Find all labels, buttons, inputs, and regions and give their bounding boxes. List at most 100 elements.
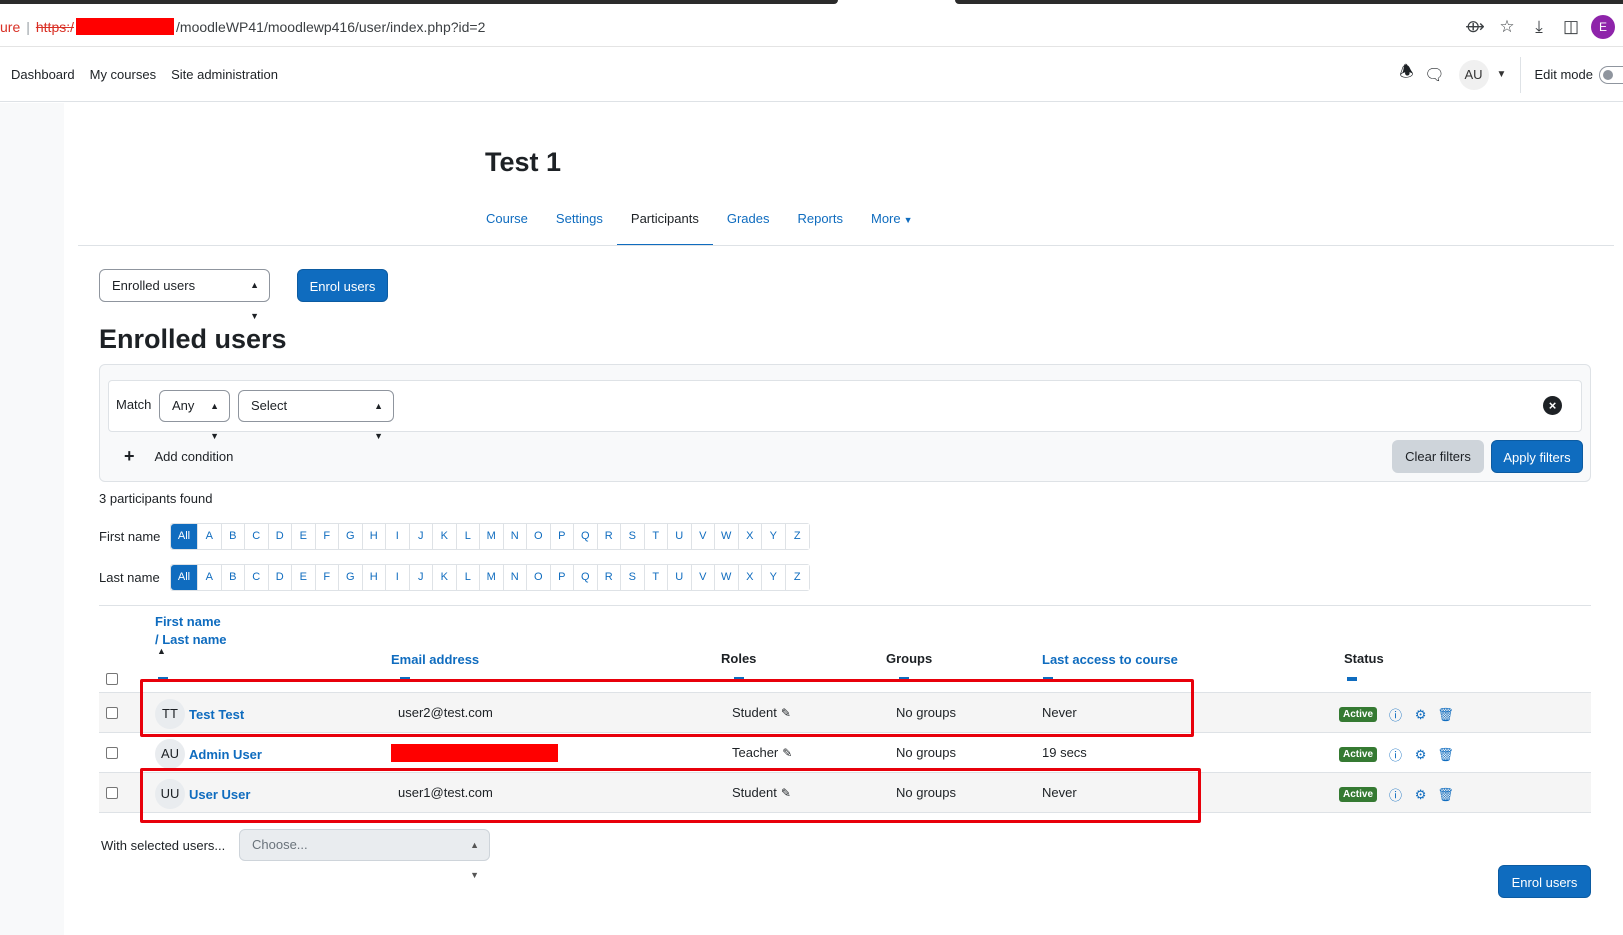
- row-checkbox[interactable]: [106, 787, 118, 799]
- initial-letter-button[interactable]: A: [198, 524, 222, 549]
- initial-all-button[interactable]: All: [171, 524, 198, 549]
- initial-letter-button[interactable]: Z: [785, 524, 809, 549]
- tab-settings[interactable]: Settings: [542, 200, 617, 246]
- initial-letter-button[interactable]: Q: [574, 524, 598, 549]
- tab-grades[interactable]: Grades: [713, 200, 784, 246]
- profile-avatar[interactable]: E: [1591, 15, 1615, 39]
- user-name-link[interactable]: Admin User: [189, 747, 262, 762]
- initial-letter-button[interactable]: P: [550, 565, 574, 590]
- initial-letter-button[interactable]: H: [362, 524, 386, 549]
- info-icon[interactable]: ⓘ: [1383, 745, 1408, 764]
- initial-letter-button[interactable]: G: [339, 565, 363, 590]
- trash-icon[interactable]: 🗑: [1433, 787, 1458, 803]
- initial-letter-button[interactable]: D: [268, 524, 292, 549]
- messages-chat-icon[interactable]: 🗨: [1421, 65, 1449, 85]
- initial-letter-button[interactable]: V: [691, 524, 715, 549]
- initial-letter-button[interactable]: B: [221, 565, 245, 590]
- initial-letter-button[interactable]: K: [433, 524, 457, 549]
- gear-icon[interactable]: ⚙: [1408, 707, 1433, 723]
- initial-letter-button[interactable]: C: [245, 565, 269, 590]
- initial-letter-button[interactable]: F: [315, 565, 339, 590]
- initial-letter-button[interactable]: W: [715, 524, 739, 549]
- nav-site-administration[interactable]: Site administration: [171, 67, 278, 82]
- sort-first-name[interactable]: First name: [155, 614, 221, 629]
- initial-letter-button[interactable]: O: [527, 524, 551, 549]
- initial-letter-button[interactable]: U: [668, 565, 692, 590]
- filter-type-select[interactable]: Select ▲ ▼: [238, 390, 394, 441]
- url-text[interactable]: ure | https://moodleWP41/moodlewp416/user/…: [0, 18, 485, 35]
- initial-letter-button[interactable]: K: [433, 565, 457, 590]
- add-condition-button[interactable]: + Add condition: [124, 446, 233, 467]
- initial-letter-button[interactable]: Z: [785, 565, 809, 590]
- collapse-column-icon[interactable]: [1347, 677, 1357, 681]
- initial-letter-button[interactable]: N: [503, 565, 527, 590]
- initial-letter-button[interactable]: T: [644, 524, 668, 549]
- enrol-users-button[interactable]: Enrol users: [297, 269, 388, 302]
- initial-letter-button[interactable]: Y: [762, 524, 786, 549]
- edit-mode-toggle[interactable]: [1599, 65, 1623, 84]
- address-bar[interactable]: ure | https://moodleWP41/moodlewp416/user/…: [0, 5, 1623, 47]
- initial-letter-button[interactable]: X: [738, 565, 762, 590]
- initial-letter-button[interactable]: J: [409, 565, 433, 590]
- initial-letter-button[interactable]: F: [315, 524, 339, 549]
- initial-letter-button[interactable]: B: [221, 524, 245, 549]
- trash-icon[interactable]: 🗑: [1433, 747, 1458, 763]
- enrolment-view-select[interactable]: Enrolled users ▲ ▼: [99, 269, 270, 321]
- tab-course[interactable]: Course: [472, 200, 542, 246]
- row-checkbox[interactable]: [106, 747, 118, 759]
- initial-letter-button[interactable]: H: [362, 565, 386, 590]
- share-icon[interactable]: ⟴: [1459, 17, 1491, 37]
- info-icon[interactable]: ⓘ: [1383, 785, 1408, 804]
- apply-filters-button[interactable]: Apply filters: [1491, 440, 1583, 473]
- tab-more[interactable]: More ▼: [857, 200, 927, 246]
- match-select[interactable]: Any ▲ ▼: [159, 390, 230, 441]
- user-menu-avatar[interactable]: AU: [1458, 59, 1489, 90]
- initial-letter-button[interactable]: J: [409, 524, 433, 549]
- info-icon[interactable]: ⓘ: [1383, 705, 1408, 724]
- initial-letter-button[interactable]: R: [597, 524, 621, 549]
- initial-letter-button[interactable]: S: [621, 565, 645, 590]
- gear-icon[interactable]: ⚙: [1408, 787, 1433, 803]
- initial-letter-button[interactable]: X: [738, 524, 762, 549]
- initial-letter-button[interactable]: M: [480, 565, 504, 590]
- initial-letter-button[interactable]: L: [456, 524, 480, 549]
- sort-email[interactable]: Email address: [391, 652, 479, 667]
- initial-letter-button[interactable]: Q: [574, 565, 598, 590]
- edit-pencil-icon[interactable]: ✎: [782, 746, 792, 760]
- trash-icon[interactable]: 🗑: [1433, 707, 1458, 723]
- initial-letter-button[interactable]: T: [644, 565, 668, 590]
- bookmark-star-icon[interactable]: ☆: [1491, 17, 1523, 37]
- remove-filter-close-icon[interactable]: ×: [1543, 396, 1562, 415]
- initial-letter-button[interactable]: E: [292, 565, 316, 590]
- initial-letter-button[interactable]: S: [621, 524, 645, 549]
- initial-letter-button[interactable]: M: [480, 524, 504, 549]
- row-checkbox[interactable]: [106, 707, 118, 719]
- initial-letter-button[interactable]: G: [339, 524, 363, 549]
- chevron-down-icon[interactable]: ▼: [1497, 69, 1507, 80]
- bulk-action-select[interactable]: Choose... ▲ ▼: [239, 829, 490, 880]
- initial-letter-button[interactable]: A: [198, 565, 222, 590]
- select-all-checkbox[interactable]: [106, 673, 118, 685]
- tab-reports[interactable]: Reports: [783, 200, 857, 246]
- initial-letter-button[interactable]: Y: [762, 565, 786, 590]
- initial-letter-button[interactable]: R: [597, 565, 621, 590]
- initial-letter-button[interactable]: I: [386, 524, 410, 549]
- notifications-bell-icon[interactable]: 🕭: [1393, 61, 1421, 88]
- initial-letter-button[interactable]: W: [715, 565, 739, 590]
- download-icon[interactable]: ⤓: [1523, 17, 1555, 37]
- initial-letter-button[interactable]: P: [550, 524, 574, 549]
- initial-letter-button[interactable]: E: [292, 524, 316, 549]
- enrol-users-bottom-button[interactable]: Enrol users: [1498, 865, 1591, 898]
- nav-dashboard[interactable]: Dashboard: [11, 67, 75, 82]
- initial-letter-button[interactable]: U: [668, 524, 692, 549]
- nav-my-courses[interactable]: My courses: [90, 67, 156, 82]
- sort-last-access[interactable]: Last access to course: [1042, 652, 1178, 667]
- initial-letter-button[interactable]: C: [245, 524, 269, 549]
- initial-letter-button[interactable]: I: [386, 565, 410, 590]
- initial-letter-button[interactable]: D: [268, 565, 292, 590]
- initial-letter-button[interactable]: L: [456, 565, 480, 590]
- clear-filters-button[interactable]: Clear filters: [1392, 440, 1484, 473]
- initial-letter-button[interactable]: V: [691, 565, 715, 590]
- sort-last-name[interactable]: / Last name: [155, 632, 227, 647]
- initial-letter-button[interactable]: O: [527, 565, 551, 590]
